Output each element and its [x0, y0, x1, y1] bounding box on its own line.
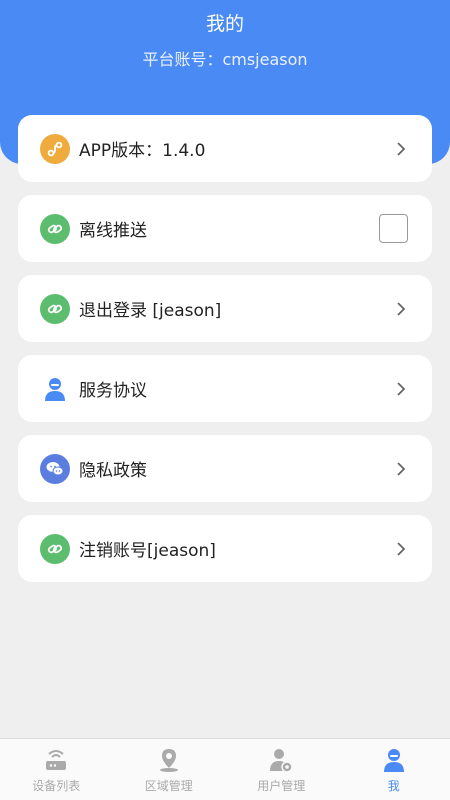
tab-label: 区域管理 — [144, 779, 193, 793]
tab-label: 我 — [387, 779, 400, 793]
menu-item-label: 注销账号[jeason] — [79, 541, 216, 561]
privacy-icon — [40, 453, 70, 484]
tab-me[interactable]: 我 — [338, 739, 450, 800]
router-icon — [43, 747, 69, 773]
me-icon — [381, 747, 407, 773]
bottom-tab-bar: 设备列表 区域管理 用户管理 我 — [0, 738, 450, 800]
menu-item-app-version[interactable]: APP版本：1.4.0 — [18, 115, 432, 182]
menu-item-privacy-policy[interactable]: 隐私政策 — [18, 435, 432, 502]
link-icon — [40, 213, 70, 244]
chevron-right-icon — [394, 380, 408, 398]
menu-item-logout[interactable]: 退出登录 [jeason] — [18, 275, 432, 342]
chevron-right-icon — [394, 140, 408, 158]
offline-push-checkbox[interactable] — [379, 214, 408, 243]
menu-item-delete-account[interactable]: 注销账号[jeason] — [18, 515, 432, 582]
chevron-right-icon — [394, 300, 408, 318]
menu-item-service-agreement[interactable]: 服务协议 — [18, 355, 432, 422]
platform-account: 平台账号：cmsjeason — [142, 50, 308, 69]
menu-item-label: APP版本：1.4.0 — [79, 141, 206, 161]
menu-item-label: 隐私政策 — [79, 461, 147, 481]
tab-area-management[interactable]: 区域管理 — [113, 739, 226, 800]
version-icon — [40, 133, 70, 164]
settings-menu: APP版本：1.4.0 离线推送 退出登录 [jeason] 服务协议 隐私政策… — [18, 115, 432, 595]
tab-device-list[interactable]: 设备列表 — [0, 739, 113, 800]
link-icon — [40, 293, 70, 324]
chevron-right-icon — [394, 460, 408, 478]
tab-label: 用户管理 — [257, 779, 306, 793]
menu-item-label: 离线推送 — [79, 221, 147, 241]
location-icon — [156, 747, 182, 773]
chevron-right-icon — [394, 540, 408, 558]
page-title: 我的 — [205, 13, 244, 35]
tab-label: 设备列表 — [32, 779, 81, 793]
user-manage-icon — [268, 747, 294, 773]
link-icon — [40, 533, 70, 564]
menu-item-label: 服务协议 — [79, 381, 147, 401]
menu-item-offline-push[interactable]: 离线推送 — [18, 195, 432, 262]
user-icon — [40, 374, 70, 404]
tab-user-management[interactable]: 用户管理 — [225, 739, 338, 800]
menu-item-label: 退出登录 [jeason] — [79, 301, 222, 321]
